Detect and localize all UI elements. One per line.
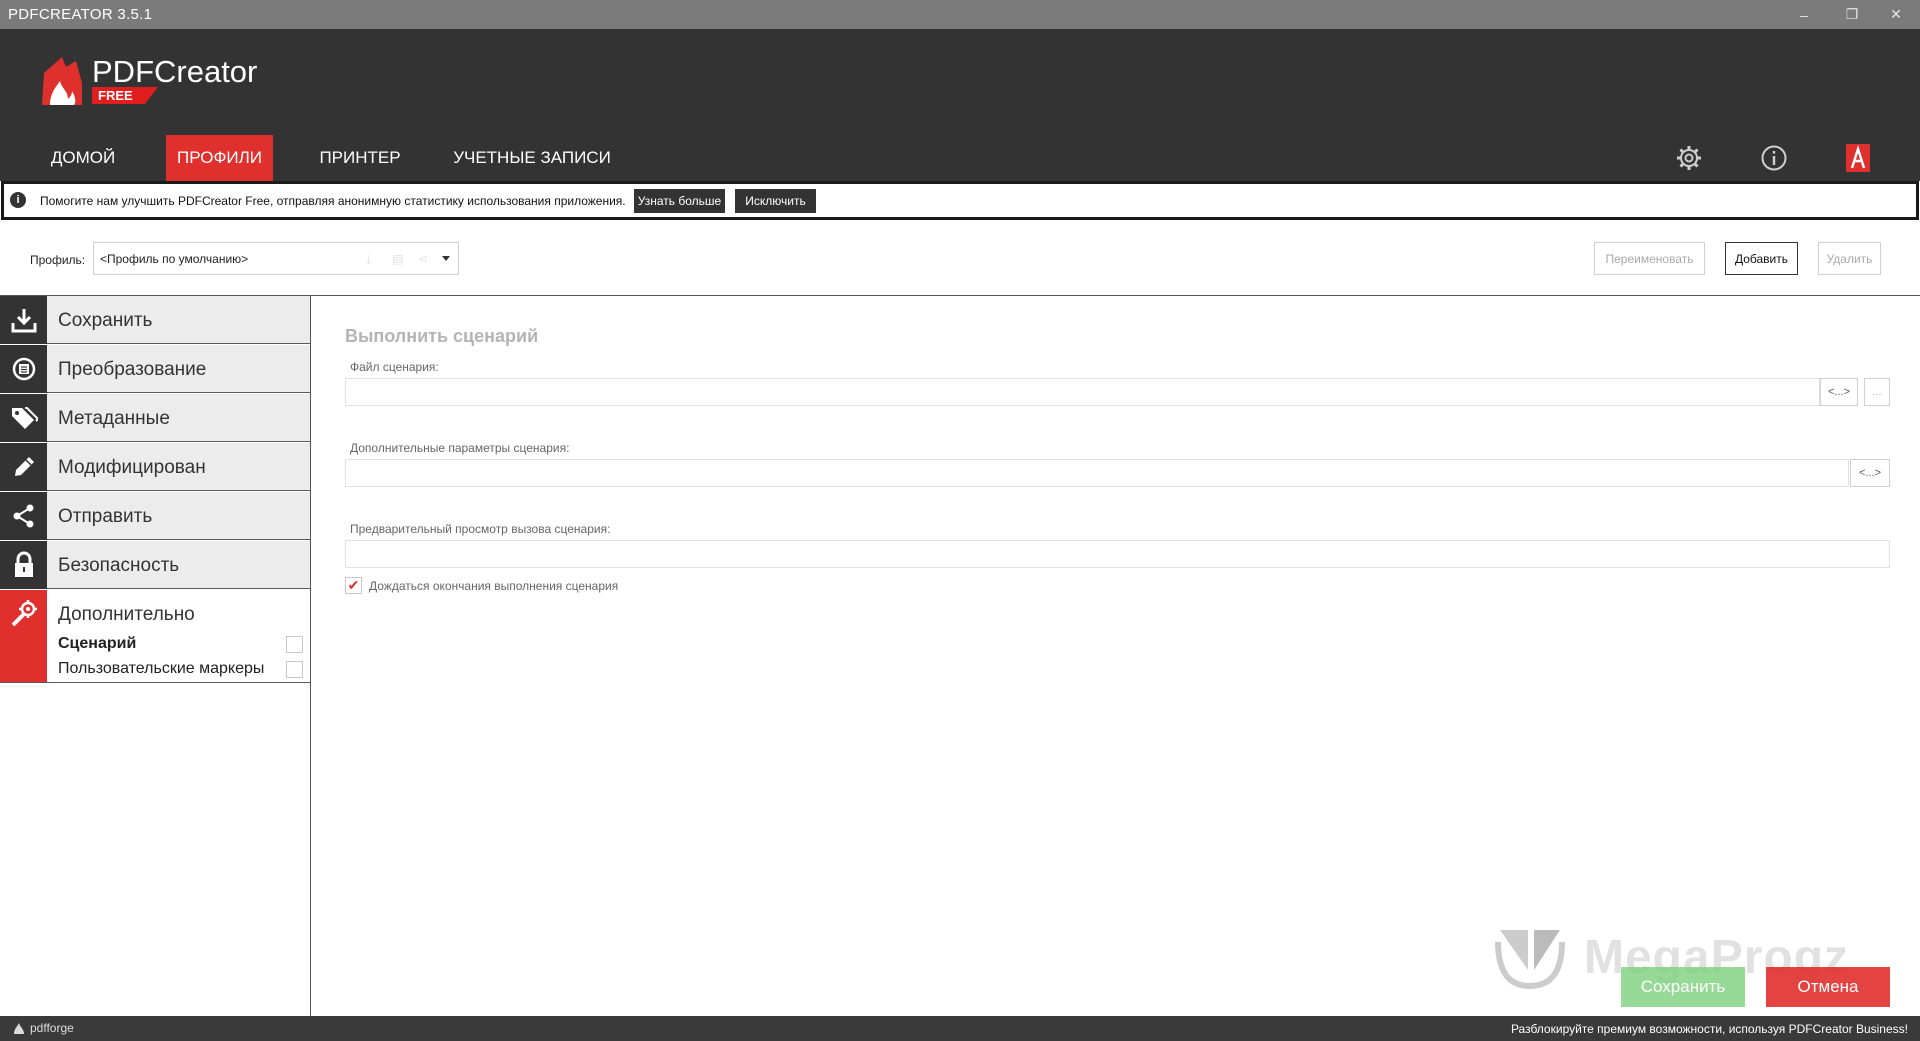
- profile-share-icon: ⋖: [418, 252, 429, 266]
- restore-icon: ❐: [1845, 6, 1859, 22]
- settings-button[interactable]: [1672, 141, 1706, 175]
- script-file-input[interactable]: [345, 378, 1820, 406]
- download-icon: [11, 309, 36, 333]
- footer-bar: pdfforge Разблокируйте премиум возможнос…: [0, 1016, 1920, 1041]
- sidebar-item-modify[interactable]: Модифицирован: [0, 443, 311, 491]
- sidebar-item-convert[interactable]: Преобразование: [0, 345, 311, 393]
- script-call-preview: [345, 540, 1890, 568]
- window-title: PDFCREATOR 3.5.1: [8, 6, 153, 23]
- section-title: Выполнить сценарий: [345, 326, 539, 346]
- delete-label: Удалить: [1826, 251, 1873, 266]
- script-file-label: Файл сценария:: [350, 360, 439, 374]
- infobar-message: Помогите нам улучшить PDFCreator Free, о…: [40, 194, 626, 208]
- nav-printer-label: ПРИНТЕР: [319, 148, 401, 167]
- pdfcreator-logo-icon: [42, 57, 82, 105]
- sidebar-item-advanced[interactable]: Дополнительно: [0, 590, 311, 682]
- nav-accounts[interactable]: УЧЕТНЫЕ ЗАПИСИ: [452, 135, 612, 181]
- minimize-icon: –: [1800, 6, 1808, 23]
- profile-print-icon: ▤: [392, 252, 404, 266]
- brand-name: PDFCreator: [92, 54, 258, 89]
- exclude-label: Исключить: [745, 194, 806, 208]
- nav-printer[interactable]: ПРИНТЕР: [312, 135, 408, 181]
- info-icon: i: [10, 192, 26, 208]
- sidebar-item-label: Преобразование: [47, 345, 311, 393]
- profile-save-icon: ⤓: [366, 252, 372, 266]
- sidebar-item-security[interactable]: Безопасность: [0, 541, 311, 589]
- pdfforge-logo-icon: [14, 1023, 24, 1034]
- add-profile-button[interactable]: Добавить: [1725, 242, 1798, 275]
- learn-more-button[interactable]: Узнать больше: [634, 189, 725, 213]
- pdfforge-link[interactable]: pdfforge: [12, 1021, 74, 1035]
- divider: [310, 296, 311, 1016]
- wait-for-script-checkbox[interactable]: ✔: [345, 577, 362, 594]
- exclude-button[interactable]: Исключить: [735, 189, 816, 213]
- nav-accounts-label: УЧЕТНЫЕ ЗАПИСИ: [453, 148, 611, 167]
- sidebar-item-label: Модифицирован: [47, 443, 311, 491]
- sidebar-item-metadata[interactable]: Метаданные: [0, 394, 311, 442]
- nav-profiles[interactable]: ПРОФИЛИ: [166, 135, 273, 181]
- vendor-label: pdfforge: [30, 1021, 74, 1035]
- profile-label: Профиль:: [30, 253, 86, 267]
- extra-params-label: Дополнительные параметры сценария:: [350, 441, 570, 455]
- nav-home[interactable]: ДОМОЙ: [38, 135, 128, 181]
- preview-label: Предварительный просмотр вызова сценария…: [350, 522, 611, 536]
- pdf-architect-icon: [1846, 144, 1870, 172]
- telemetry-infobar: i Помогите нам улучшить PDFCreator Free,…: [1, 181, 1919, 220]
- rename-button[interactable]: Переименовать: [1594, 242, 1705, 275]
- sidebar-item-label: Сохранить: [47, 296, 311, 344]
- script-file-token-button[interactable]: <...>: [1820, 378, 1858, 406]
- sidebar-item-label: Отправить: [47, 492, 311, 540]
- profile-select-value: <Профиль по умолчанию>: [100, 252, 249, 266]
- minimize-button[interactable]: –: [1784, 0, 1824, 29]
- sidebar-subitem-user-tokens[interactable]: Пользовательские маркеры: [58, 660, 264, 678]
- pdf-architect-button[interactable]: [1841, 141, 1875, 175]
- nav-profiles-label: ПРОФИЛИ: [177, 148, 262, 167]
- browse-button-label: ...: [1872, 386, 1882, 398]
- sidebar-item-label: Метаданные: [47, 394, 311, 442]
- add-label: Добавить: [1734, 251, 1789, 266]
- delete-button[interactable]: Удалить: [1818, 242, 1881, 275]
- learn-more-label: Узнать больше: [637, 194, 722, 208]
- edition-badge: FREE: [92, 87, 158, 104]
- cancel-label: Отмена: [1797, 977, 1859, 996]
- browse-button[interactable]: ...: [1864, 378, 1890, 406]
- app-header: PDFCreator FREE ДОМОЙ ПРОФИЛИ ПРИНТЕР УЧ…: [0, 29, 1920, 181]
- script-enabled-checkbox[interactable]: [286, 636, 303, 653]
- save-label: Сохранить: [1640, 977, 1726, 996]
- restore-button[interactable]: ❐: [1832, 0, 1872, 29]
- divider: [0, 682, 311, 683]
- extra-params-input[interactable]: [345, 459, 1849, 487]
- wrench-gear-icon: [11, 600, 37, 627]
- rename-label: Переименовать: [1605, 251, 1694, 266]
- settings-sidebar: Сохранить Преобразование Метаданные Моди…: [0, 296, 311, 1016]
- about-button[interactable]: [1757, 141, 1791, 175]
- share-icon: [13, 504, 33, 528]
- sidebar-item-save[interactable]: Сохранить: [0, 296, 311, 344]
- title-bar: PDFCREATOR 3.5.1 – ❐ ✕: [0, 0, 1920, 29]
- chevron-down-icon: [442, 256, 450, 261]
- lock-icon: [14, 551, 33, 577]
- profile-select[interactable]: <Профиль по умолчанию> ⤓ ▤ ⋖: [93, 242, 459, 275]
- save-button[interactable]: Сохранить: [1621, 967, 1745, 1007]
- convert-icon: [12, 357, 35, 381]
- gear-icon: [1677, 146, 1701, 170]
- cancel-button[interactable]: Отмена: [1766, 967, 1890, 1007]
- user-tokens-enabled-checkbox[interactable]: [286, 661, 303, 678]
- watermark-logo-icon: [1495, 930, 1565, 990]
- sidebar-item-label: Дополнительно: [47, 590, 311, 638]
- tags-icon: [11, 407, 38, 429]
- token-button-label: <...>: [1827, 386, 1851, 398]
- sidebar-item-label: Безопасность: [47, 541, 311, 589]
- close-icon: ✕: [1890, 6, 1902, 22]
- token-button-label: <...>: [1858, 467, 1882, 479]
- extra-params-token-button[interactable]: <...>: [1850, 459, 1890, 487]
- wait-for-script-label: Дождаться окончания выполнения сценария: [369, 579, 619, 593]
- close-button[interactable]: ✕: [1876, 0, 1916, 29]
- sidebar-item-send[interactable]: Отправить: [0, 492, 311, 540]
- pencil-icon: [14, 457, 34, 476]
- info-icon: [1761, 145, 1787, 171]
- business-promo-link[interactable]: Разблокируйте премиум возможности, испол…: [1511, 1022, 1908, 1036]
- nav-home-label: ДОМОЙ: [50, 148, 116, 167]
- sidebar-subitem-script[interactable]: Сценарий: [58, 635, 136, 653]
